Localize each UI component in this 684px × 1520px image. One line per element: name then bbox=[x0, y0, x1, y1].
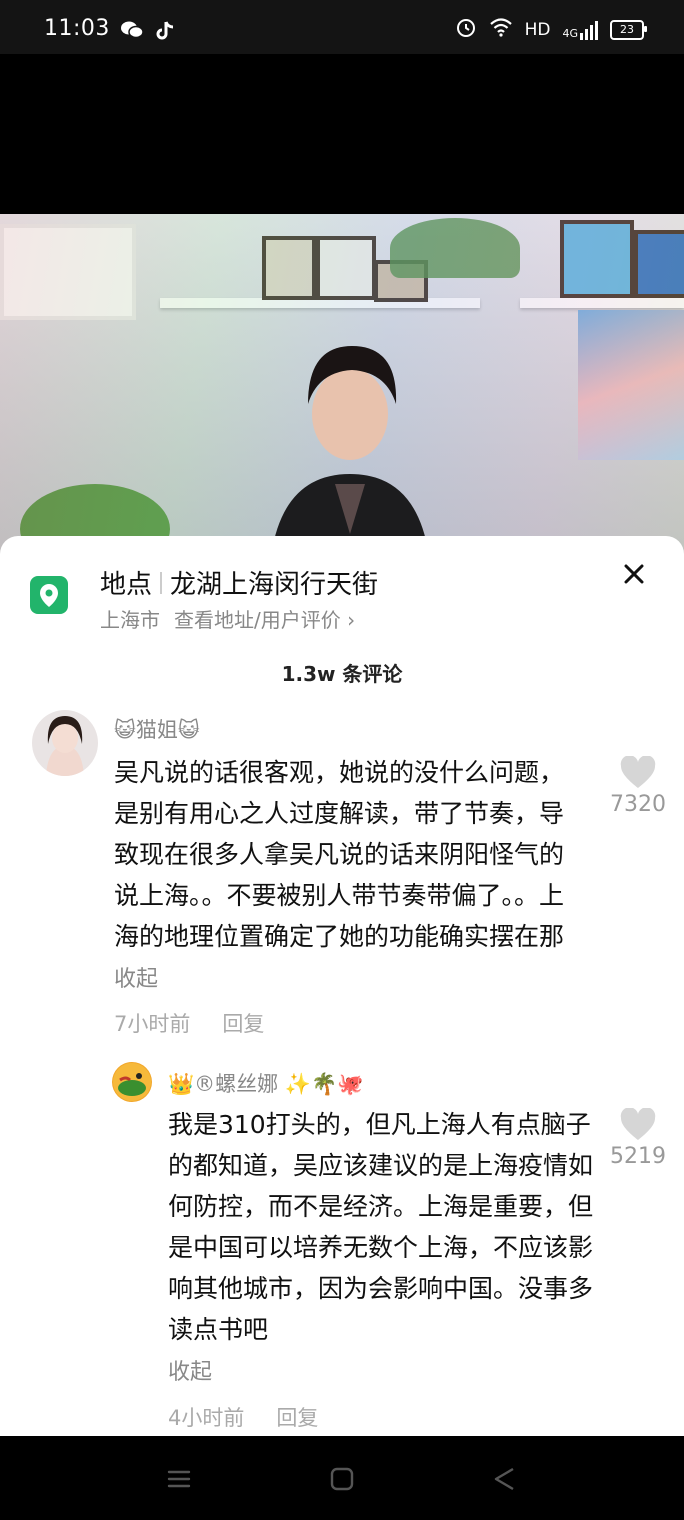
home-button[interactable] bbox=[329, 1466, 355, 1492]
tiktok-icon bbox=[154, 20, 178, 40]
system-nav-bar bbox=[0, 1436, 684, 1520]
comment-meta: 4小时前 回复 bbox=[168, 1402, 318, 1432]
reply-button[interactable]: 回复 bbox=[276, 1402, 318, 1432]
battery-indicator: 23 bbox=[610, 19, 647, 40]
comment-text: 吴凡说的话很客观，她说的没什么问题，是别有用心之人过度解读，带了节奏，导致现在很… bbox=[114, 752, 574, 1000]
network-label: 4G bbox=[562, 26, 578, 40]
alarm-icon bbox=[455, 16, 477, 43]
location-subtitle: 上海市 查看地址/用户评价 › bbox=[100, 604, 355, 633]
menu-button[interactable] bbox=[166, 1466, 192, 1492]
status-bar: 11:03 HD 4G 23 bbox=[0, 0, 684, 54]
video-frame bbox=[0, 214, 684, 554]
menu-icon bbox=[167, 1470, 191, 1488]
comment-meta: 7小时前 回复 bbox=[114, 1008, 264, 1038]
status-time: 11:03 bbox=[44, 16, 110, 41]
like-count: 5219 bbox=[610, 1144, 666, 1169]
back-button[interactable] bbox=[492, 1466, 518, 1492]
avatar[interactable] bbox=[112, 1062, 152, 1102]
comments-sheet: 地点 龙湖上海闵行天街 上海市 查看地址/用户评价 › 1.3w 条评论 😺猫姐… bbox=[0, 536, 684, 1436]
wechat-icon bbox=[120, 20, 144, 40]
location-title[interactable]: 地点 龙湖上海闵行天街 bbox=[100, 564, 378, 601]
avatar[interactable] bbox=[32, 710, 98, 776]
location-divider bbox=[160, 571, 163, 594]
heart-icon bbox=[620, 1108, 656, 1140]
comment-time: 7小时前 bbox=[114, 1012, 191, 1036]
reply-button[interactable]: 回复 bbox=[222, 1008, 264, 1038]
video-player[interactable] bbox=[0, 54, 684, 554]
comment-username[interactable]: 👑®螺丝娜 ✨🌴🐙 bbox=[168, 1068, 363, 1098]
status-indicators: HD 4G 23 bbox=[455, 16, 647, 43]
location-details-link[interactable]: 查看地址/用户评价 › bbox=[174, 604, 355, 633]
location-label: 地点 bbox=[100, 570, 153, 600]
signal-indicator: 4G bbox=[562, 20, 598, 40]
comment-username[interactable]: 😺猫姐😺 bbox=[114, 714, 200, 744]
home-icon bbox=[330, 1467, 354, 1491]
comment-text: 我是310打头的，但凡上海人有点脑子的都知道，吴应该建议的是上海疫情如何防控，而… bbox=[168, 1104, 598, 1393]
collapse-link[interactable]: 收起 bbox=[168, 1360, 212, 1385]
like-button[interactable]: 5219 bbox=[608, 1108, 668, 1169]
close-button[interactable] bbox=[620, 560, 648, 588]
comment-body: 吴凡说的话很客观，她说的没什么问题，是别有用心之人过度解读，带了节奏，导致现在很… bbox=[114, 758, 565, 951]
like-count: 7320 bbox=[610, 792, 666, 817]
location-city: 上海市 bbox=[100, 608, 160, 632]
comment-body: 我是310打头的，但凡上海人有点脑子的都知道，吴应该建议的是上海疫情如何防控，而… bbox=[168, 1110, 594, 1344]
heart-icon bbox=[620, 756, 656, 788]
close-icon bbox=[624, 564, 644, 584]
hd-label: HD bbox=[524, 19, 551, 40]
wifi-icon bbox=[489, 17, 513, 42]
comment-count: 1.3w 条评论 bbox=[281, 662, 403, 686]
presenter-figure bbox=[250, 334, 450, 554]
like-button[interactable]: 7320 bbox=[608, 756, 668, 817]
comment-time: 4小时前 bbox=[168, 1406, 245, 1430]
signal-bars-icon bbox=[580, 20, 598, 40]
collapse-link[interactable]: 收起 bbox=[114, 967, 158, 992]
location-pin-icon[interactable] bbox=[30, 576, 68, 614]
back-icon bbox=[494, 1467, 514, 1491]
location-name: 龙湖上海闵行天街 bbox=[170, 570, 379, 600]
